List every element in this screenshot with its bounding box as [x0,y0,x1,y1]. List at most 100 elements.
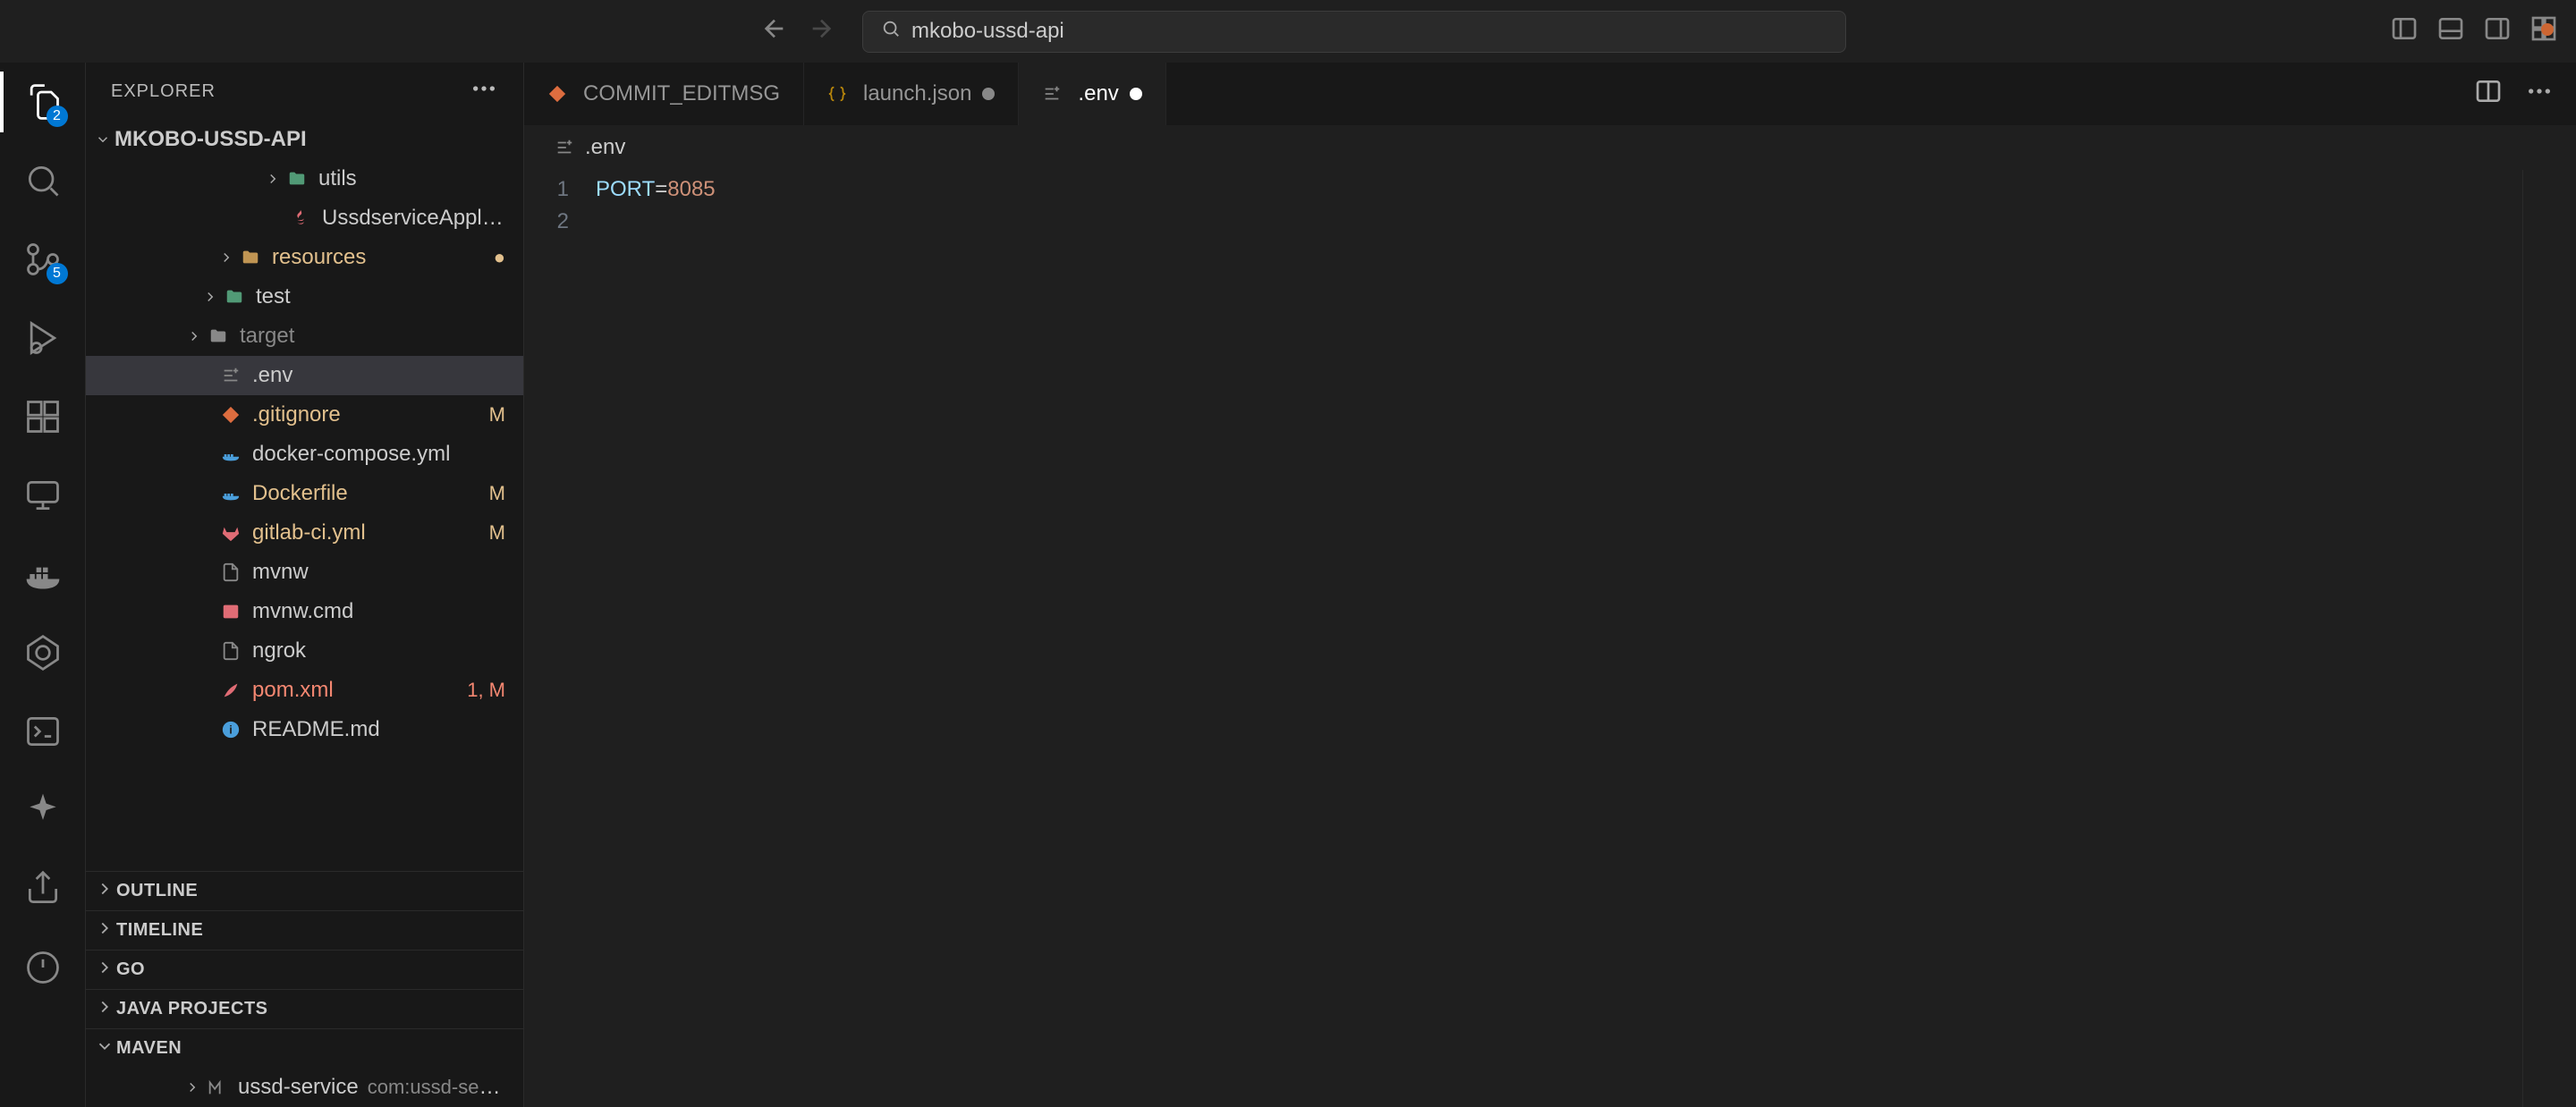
layout-left-icon[interactable] [2390,14,2419,49]
chevron-right-icon [95,879,116,904]
titlebar: mkobo-ussd-api [0,0,2576,63]
remote-icon[interactable] [21,474,64,517]
file-label: Dockerfile [252,481,489,506]
tab-commit-editmsg[interactable]: COMMIT_EDITMSG [524,63,804,125]
chevron-right-icon [95,918,116,943]
terminal-icon[interactable] [21,710,64,753]
sparkle-icon[interactable] [21,789,64,832]
file-ussd-application[interactable]: UssdserviceApplicatio... [86,199,523,238]
file-icon [218,562,243,582]
settings-icon [1042,84,1067,104]
git-icon [547,84,572,104]
dirty-indicator [1130,88,1142,100]
docker-icon[interactable] [21,553,64,596]
file-label: test [256,284,505,309]
scrollbar-vertical[interactable] [2556,170,2576,1107]
line-number: 1 [524,173,569,206]
notification-dot [2541,23,2554,36]
file-docker-compose[interactable]: docker-compose.yml [86,435,523,474]
chevron-right-icon [202,287,218,307]
sidebar: EXPLORER MKOBO-USSD-API utils Ussds [86,63,524,1107]
chevron-right-icon [186,326,202,346]
file-env[interactable]: .env [86,356,523,395]
json-icon [827,84,852,104]
explorer-badge: 2 [47,106,68,127]
breadcrumb[interactable]: .env [524,125,2576,170]
file-ngrok[interactable]: ngrok [86,631,523,671]
file-icon [218,641,243,661]
run-debug-icon[interactable] [21,317,64,359]
file-label: UssdserviceApplicatio... [322,206,505,231]
file-label: target [240,324,505,349]
tabs-row: COMMIT_EDITMSG launch.json .env [524,63,2576,125]
file-label: mvnw.cmd [252,599,505,624]
settings-icon [218,366,243,385]
gitlab-icon [218,523,243,543]
file-mvnw[interactable]: mvnw [86,553,523,592]
split-editor-icon[interactable] [2474,77,2503,112]
section-label: JAVA PROJECTS [116,999,268,1019]
file-gitignore[interactable]: .gitignore M [86,395,523,435]
editor-body[interactable]: 1 2 PORT=8085 [524,170,2576,1107]
kubernetes-icon[interactable] [21,631,64,674]
section-timeline[interactable]: TIMELINE [86,910,523,950]
layout-bottom-icon[interactable] [2436,14,2465,49]
file-dockerfile[interactable]: Dockerfile M [86,474,523,513]
root-label: MKOBO-USSD-API [114,127,505,152]
file-readme[interactable]: i README.md [86,710,523,749]
more-icon[interactable] [470,74,498,108]
line-number: 2 [524,206,569,238]
chevron-right-icon [95,958,116,983]
svg-text:i: i [229,723,233,737]
folder-test[interactable]: test [86,277,523,317]
source-control-icon[interactable]: 5 [21,238,64,281]
section-go[interactable]: GO [86,950,523,989]
folder-target[interactable]: target [86,317,523,356]
nav-back-icon[interactable] [760,14,789,49]
file-label: .env [252,363,505,388]
code-line-1: PORT=8085 [596,173,2522,206]
tab-launch-json[interactable]: launch.json [804,63,1019,125]
folder-icon [222,287,247,307]
maven-icon [218,680,243,700]
workspace-root[interactable]: MKOBO-USSD-API [86,120,523,159]
code-line-2 [596,206,2522,238]
file-label: gitlab-ci.yml [252,520,489,545]
file-label: mvnw [252,560,505,585]
settings-icon [555,138,574,157]
folder-resources[interactable]: resources ● [86,238,523,277]
line-gutter: 1 2 [524,170,596,1107]
command-center[interactable]: mkobo-ussd-api [862,11,1846,53]
explorer-icon[interactable]: 2 [21,80,64,123]
file-gitlab-ci[interactable]: gitlab-ci.yml M [86,513,523,553]
search-activity-icon[interactable] [21,159,64,202]
folder-icon [238,248,263,267]
tab-env[interactable]: .env [1019,63,1165,125]
chevron-right-icon [218,248,234,267]
more-actions-icon[interactable] [2525,77,2554,112]
section-outline[interactable]: OUTLINE [86,871,523,910]
modified-badge: M [489,482,505,505]
section-label: TIMELINE [116,920,203,941]
file-label: README.md [252,717,505,742]
live-share-icon[interactable] [21,867,64,910]
file-tree: MKOBO-USSD-API utils UssdserviceApplicat… [86,120,523,871]
folder-utils[interactable]: utils [86,159,523,199]
layout-right-icon[interactable] [2483,14,2512,49]
section-java-projects[interactable]: JAVA PROJECTS [86,989,523,1028]
error-badge: 1, M [467,679,505,702]
section-maven[interactable]: MAVEN [86,1028,523,1068]
editor-area: COMMIT_EDITMSG launch.json .env [524,63,2576,1107]
tab-label: .env [1078,81,1118,106]
scm-badge: 5 [47,263,68,284]
file-label: pom.xml [252,678,467,703]
extensions-icon[interactable] [21,395,64,438]
file-pom[interactable]: pom.xml 1, M [86,671,523,710]
java-icon [288,208,313,228]
code-content[interactable]: PORT=8085 [596,170,2522,1107]
section-label: MAVEN [116,1038,182,1059]
maven-project-item[interactable]: ussd-servicecom:ussd-serv... [86,1068,523,1107]
power-icon[interactable] [21,946,64,989]
file-mvnw-cmd[interactable]: mvnw.cmd [86,592,523,631]
folder-icon [284,169,309,189]
